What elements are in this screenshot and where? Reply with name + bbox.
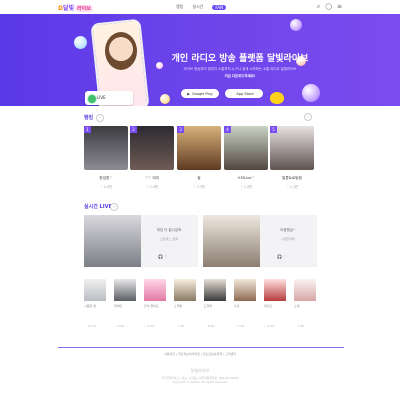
play-store-icon: ▶: [187, 91, 190, 96]
live-small-stat: ♡ 12.4K: [84, 324, 97, 328]
footer-copyright: Copyright © Dallive. All rights reserved…: [171, 380, 229, 384]
live-small-name: 수다: [234, 304, 240, 308]
app-store-button[interactable]: App Store: [225, 89, 263, 98]
live-small-stat: ♡ 6.9K: [204, 324, 215, 328]
ranking-thumbnail[interactable]: 1: [84, 126, 128, 170]
avatar: [87, 94, 97, 104]
live-small-thumbnail[interactable]: [114, 279, 136, 301]
user-icon[interactable]: ◯: [325, 3, 332, 11]
google-play-button[interactable]: ▶ Google Play: [181, 89, 219, 98]
streamer-photo: [105, 32, 137, 70]
hero-banner: LIVE 개인 라디오 방송 플랫폼 달빛라이브 라이브 방송부터 청취자 소통…: [0, 14, 400, 106]
bubble-decoration: [302, 84, 320, 102]
live-small-thumbnail[interactable]: [234, 279, 256, 301]
ranking-thumbnail[interactable]: 4: [224, 126, 268, 170]
ranking-stat: ♡ 1.4만: [146, 185, 158, 189]
live-more-button[interactable]: ›: [110, 203, 118, 211]
live-small-stat: ♡ 5.5K: [234, 324, 245, 328]
hero-subtitle: 라이브 방송부터 청취자 소통까지 누구나 쉽게 시작하는 소통 라디오 달빛라…: [183, 67, 297, 71]
live-small-stat: ♡ 7.6K: [174, 324, 185, 328]
live-small-name: 드라마: [204, 304, 213, 308]
main-nav: 랭킹 실시간 FAN: [176, 4, 227, 10]
rank-badge: 1: [84, 126, 91, 133]
live-small-thumbnail[interactable]: [84, 279, 106, 301]
nav-fan[interactable]: FAN: [212, 4, 227, 10]
ranking-stat: ♡ 1.1만: [286, 185, 298, 189]
ranking-thumbnail[interactable]: 3: [177, 126, 221, 170]
live-small-name: 노래: [294, 304, 300, 308]
live-card-title: 게임 다 끝나셨죠: [156, 228, 182, 232]
live-small-name: 노래방: [174, 304, 183, 308]
ranking-name: 알콩트로팅팅: [282, 176, 302, 180]
live-small-thumbnail[interactable]: [294, 279, 316, 301]
live-card-user: 스트레스_만화: [159, 237, 179, 241]
ranking-name: ♡♡ 야지: [144, 176, 160, 180]
namecard-label: LIVE: [97, 95, 106, 100]
logo-pill: 라이브: [75, 5, 93, 12]
ranking-name: 둥: [197, 176, 201, 180]
rank-badge: 2: [130, 126, 137, 133]
live-card-user: 시원한커피: [281, 237, 295, 241]
live-card-title: 아침햇살~: [280, 228, 296, 232]
ranking-stat: ♡ 1.3만: [193, 185, 205, 189]
live-small-stat: ♡ 9.8K: [114, 324, 125, 328]
live-card[interactable]: [260, 215, 317, 267]
live-small-name: 연예인: [114, 304, 123, 308]
hero-subtitle-cta: 지금 다운로드하세요!: [224, 74, 256, 78]
live-small-stat: ♡ 3.9K: [294, 324, 305, 328]
google-play-label: Google Play: [191, 91, 213, 96]
ranking-stat: ♡ 1.5만: [100, 185, 112, 189]
footer-divider: [58, 347, 344, 348]
top-navigation-bar: D달빛 라이브 랭킹 실시간 FAN ⌕ ◯ ≡: [0, 0, 400, 13]
live-small-stat: ♡ 4.2K: [264, 324, 275, 328]
live-small-stat: ♡ 8.1K: [144, 324, 155, 328]
footer-links[interactable]: 이용약관 | 개인정보처리방침 | 청소년보호정책 | 고객센터: [0, 352, 400, 356]
live-small-thumbnail[interactable]: [174, 279, 196, 301]
live-small-name: 시원한 밤: [84, 304, 96, 308]
live-thumbnail[interactable]: [84, 215, 141, 267]
ranking-name: 한성훈♡: [99, 176, 113, 180]
bubble-decoration: [160, 94, 170, 104]
live-small-thumbnail[interactable]: [144, 279, 166, 301]
live-small-name: 같이 들어요: [144, 304, 159, 308]
streamer-namecard: LIVE: [85, 91, 133, 105]
live-card-icons: 🎧 ♡: [277, 254, 287, 259]
rank-badge: 5: [270, 126, 277, 133]
bubble-decoration: [74, 36, 87, 49]
live-card-icons: 🎧 ♡: [158, 254, 168, 259]
live-small-name: 라디오: [264, 304, 273, 308]
nav-ranking[interactable]: 랭킹: [176, 4, 183, 10]
search-icon[interactable]: ⌕: [317, 3, 320, 11]
header-icons: ⌕ ◯ ≡: [317, 3, 342, 11]
footer-logo: 달빛라이브: [190, 368, 210, 373]
live-small-thumbnail[interactable]: [204, 279, 226, 301]
ranking-stat: ♡ 1.2만: [240, 185, 252, 189]
ranking-next-arrow[interactable]: ›: [304, 113, 312, 121]
live-card[interactable]: [141, 215, 198, 267]
ranking-thumbnail[interactable]: 2: [130, 126, 174, 170]
hero-title: 개인 라디오 방송 플랫폼 달빛라이브: [171, 54, 309, 64]
bubble-decoration: [290, 19, 302, 31]
ranking-more-button[interactable]: ›: [96, 114, 104, 122]
rank-badge: 3: [177, 126, 184, 133]
ranking-thumbnail[interactable]: 5: [270, 126, 314, 170]
ranking-name: 스타Live♡: [237, 176, 255, 180]
rank-badge: 4: [224, 126, 231, 133]
logo-text: 달빛: [62, 5, 75, 12]
footer-info: (주)달빛라이브 | 대표: 홍길동 | 사업자등록번호: 000-00-000…: [0, 376, 400, 384]
live-small-thumbnail[interactable]: [264, 279, 286, 301]
chick-mascot-icon: [270, 92, 284, 104]
ranking-title: 랭킹: [84, 115, 94, 121]
live-thumbnail[interactable]: [203, 215, 260, 267]
nav-live[interactable]: 실시간: [192, 4, 203, 10]
menu-icon[interactable]: ≡: [337, 3, 342, 11]
app-store-label: App Store: [236, 91, 254, 96]
logo[interactable]: D달빛 라이브: [58, 3, 93, 12]
live-title: 실시간 LIVE: [84, 204, 112, 210]
